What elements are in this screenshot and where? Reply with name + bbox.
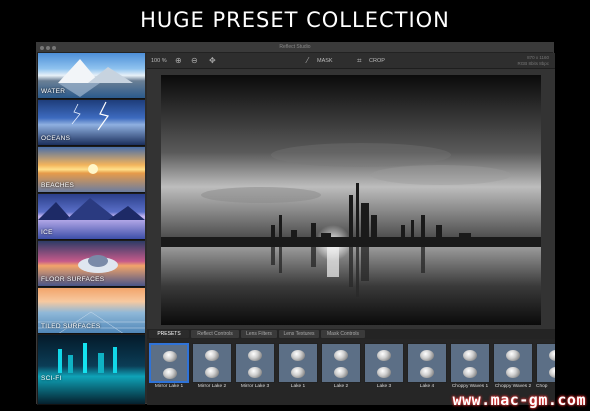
preview-image[interactable] [161, 75, 541, 325]
tab-lens-textures[interactable]: Lens Textures [279, 330, 319, 338]
image-color-mode: RGB 8bits 8bpc [517, 61, 549, 66]
preset-thumbnail[interactable] [278, 343, 318, 383]
sphere-reflection-icon [248, 367, 262, 378]
preset-thumbnail-label: Lake 2 [333, 384, 349, 389]
sphere-reflection-icon [549, 367, 555, 378]
site-watermark: www.mac-gm.com [452, 391, 586, 409]
sphere-icon [549, 350, 555, 361]
preset-category-label: ICE [41, 229, 53, 236]
sphere-reflection-icon [205, 367, 219, 378]
zoom-out-icon[interactable]: ⊖ [191, 56, 198, 66]
preset-category-label: TILED SURFACES [41, 323, 101, 330]
ice-mountains-thumbnail [38, 198, 145, 220]
panel-tabs: PRESETS Reflect Controls Lens Filters Le… [147, 329, 555, 339]
preset-thumbnail[interactable] [450, 343, 490, 383]
preset-category-label: BEACHES [41, 182, 75, 189]
tab-lens-filters[interactable]: Lens Filters [241, 330, 277, 338]
preset-category-label: SCI-FI [41, 375, 62, 382]
preset-thumbnail-label: Mirror Lake 1 [154, 384, 184, 389]
preset-thumbnail-label: Mirror Lake 3 [240, 384, 270, 389]
preset-thumbnail-label: Mirror Lake 2 [197, 384, 227, 389]
preset-category-label: WATER [41, 88, 66, 95]
tab-presets[interactable]: PRESETS [149, 330, 189, 338]
preset-category-floor-surfaces[interactable]: FLOOR SURFACES [38, 241, 145, 287]
tab-reflect-controls[interactable]: Reflect Controls [191, 330, 239, 338]
canvas-area [147, 69, 555, 329]
zoom-in-icon[interactable]: ⊕ [175, 56, 182, 66]
preset-thumbnail[interactable] [321, 343, 361, 383]
sphere-icon [334, 350, 348, 361]
toolbar: 100 % ⊕ ⊖ ✥ ⁄ MASK ⌗ CROP 870 x 1160 RGB… [147, 53, 555, 69]
zoom-level: 100 % [151, 58, 167, 64]
sphere-reflection-icon [163, 368, 177, 379]
preset-thumbnail-label: Chop [536, 384, 548, 389]
brush-icon[interactable]: ⁄ [307, 56, 308, 66]
preset-thumbnail[interactable] [235, 343, 275, 383]
sphere-icon [463, 350, 477, 361]
preset-category-oceans[interactable]: OCEANS [38, 100, 145, 146]
app-window: Reflect Studio WATER OCEANS BEACHES ICE … [36, 42, 555, 405]
preset-thumbnail[interactable] [192, 343, 232, 383]
window-title: Reflect Studio [279, 44, 311, 50]
preset-thumbnail[interactable] [364, 343, 404, 383]
preset-thumbnail[interactable] [407, 343, 447, 383]
preset-category-beaches[interactable]: BEACHES [38, 147, 145, 193]
preset-thumbnail-label: Choppy Waves 2 [494, 384, 532, 389]
preset-thumbnail-label: Lake 3 [376, 384, 392, 389]
mask-button[interactable]: MASK [317, 58, 333, 64]
sphere-reflection-icon [291, 367, 305, 378]
preset-thumbnail[interactable] [149, 343, 189, 383]
crop-button[interactable]: CROP [369, 58, 385, 64]
preset-category-sidebar: WATER OCEANS BEACHES ICE FLOOR SURFACES … [37, 53, 145, 405]
preset-thumbnail[interactable] [536, 343, 555, 383]
title-bar: Reflect Studio [37, 43, 553, 53]
sphere-reflection-icon [377, 367, 391, 378]
sphere-icon [205, 350, 219, 361]
preset-thumbnail-label: Choppy Waves 1 [451, 384, 489, 389]
preset-category-ice[interactable]: ICE [38, 194, 145, 240]
city-thumbnail [58, 343, 117, 373]
sphere-reflection-icon [334, 367, 348, 378]
preset-thumbnail[interactable] [493, 343, 533, 383]
sphere-icon [506, 350, 520, 361]
preset-thumbnail-label: Lake 1 [290, 384, 306, 389]
sphere-icon [291, 350, 305, 361]
image-info: 870 x 1160 RGB 8bits 8bpc [517, 55, 549, 67]
sphere-icon [248, 350, 262, 361]
preset-category-tiled-surfaces[interactable]: TILED SURFACES [38, 288, 145, 334]
preset-category-label: OCEANS [41, 135, 71, 142]
preset-category-label: FLOOR SURFACES [41, 276, 105, 283]
tab-mask-controls[interactable]: Mask Controls [321, 330, 365, 338]
sphere-reflection-icon [506, 367, 520, 378]
sphere-icon [420, 350, 434, 361]
reflected-city-image [161, 75, 541, 325]
sphere-icon [377, 350, 391, 361]
sphere-icon [163, 351, 177, 362]
preset-category-sci-fi[interactable]: SCI-FI [38, 335, 145, 405]
move-icon[interactable]: ✥ [209, 56, 216, 66]
headline: HUGE PRESET COLLECTION [140, 8, 450, 32]
crop-icon[interactable]: ⌗ [357, 56, 362, 66]
preset-category-water[interactable]: WATER [38, 53, 145, 99]
sphere-reflection-icon [463, 367, 477, 378]
preset-thumbnail-label: Lake 4 [419, 384, 435, 389]
sphere-reflection-icon [420, 367, 434, 378]
